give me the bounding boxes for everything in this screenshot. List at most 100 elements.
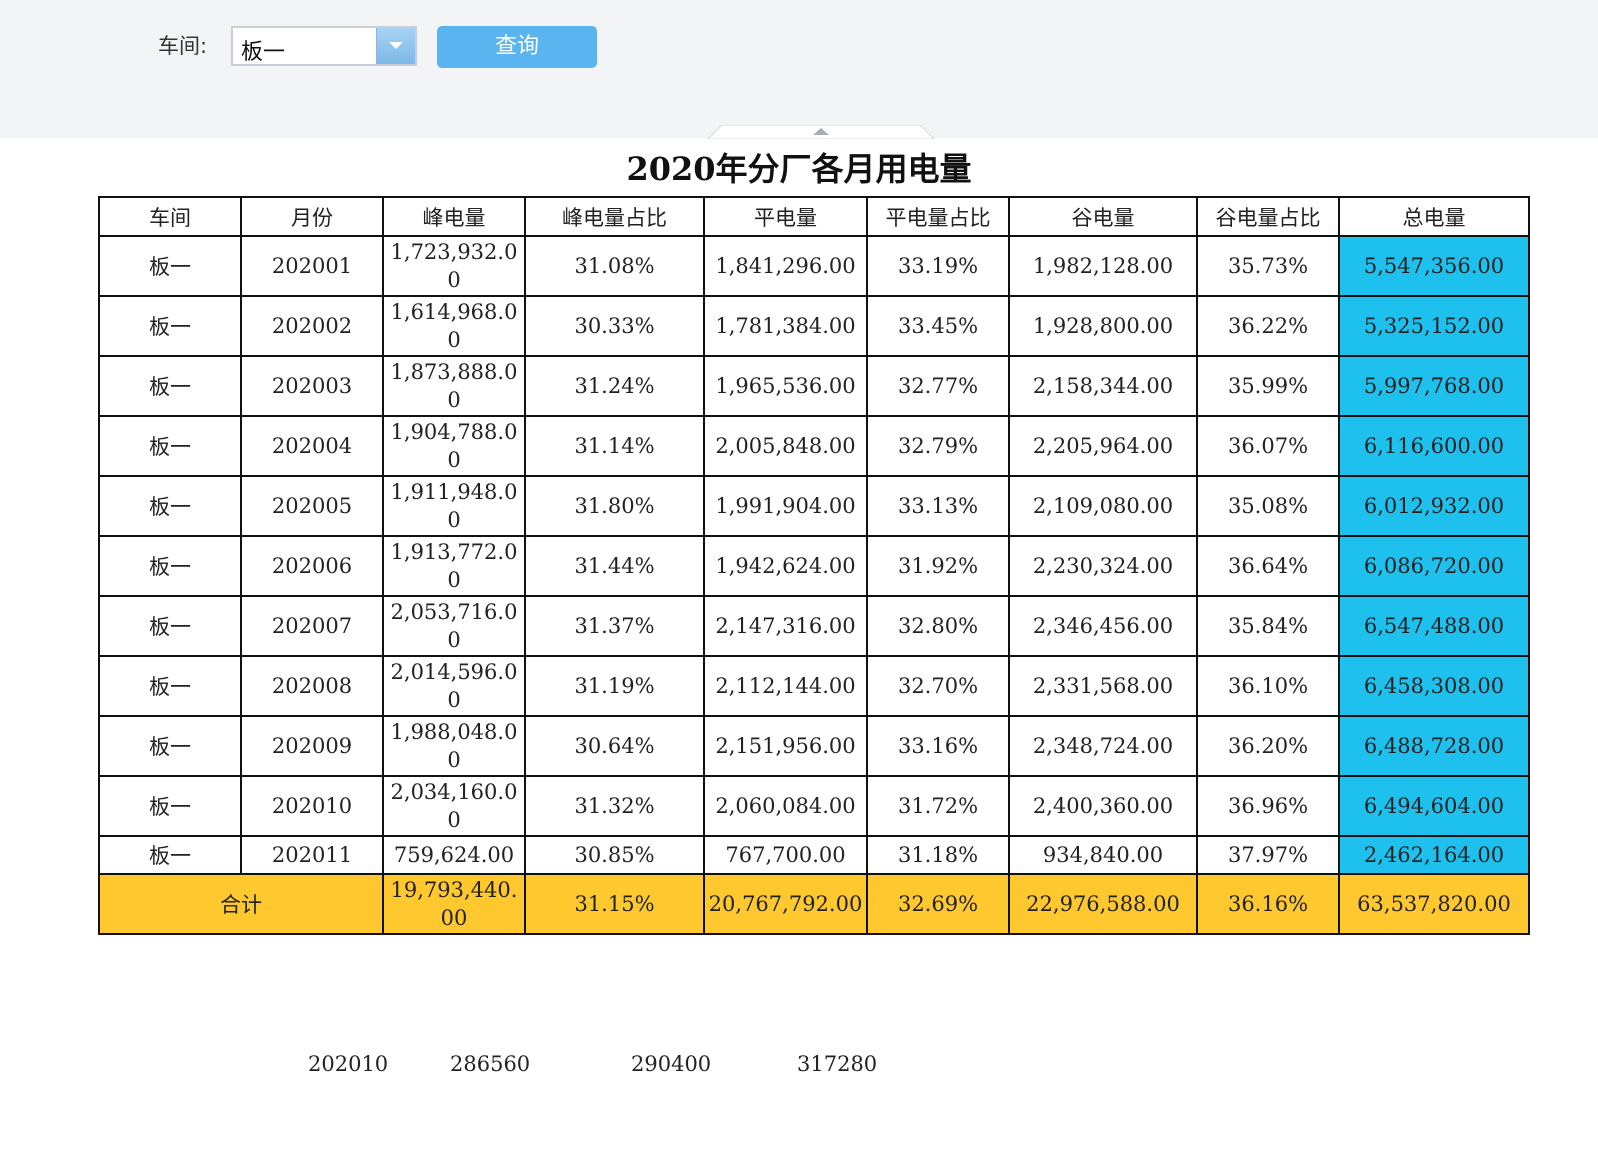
cell-valley: 2,331,568.00 [1008,655,1198,717]
query-button[interactable]: 查询 [437,26,597,68]
cell-month: 202005 [240,475,384,537]
cell-total: 5,997,768.00 [1338,355,1530,417]
footer-value: 290400 [631,1052,712,1076]
cell-month: 202006 [240,535,384,597]
header-flat: 平电量 [703,196,868,237]
cell-peak: 1,873,888.00 [382,355,526,417]
cell-workshop: 板一 [98,415,242,477]
cell-peak-ratio: 31.44% [524,535,705,597]
table-row: 板一 202008 2,014,596.00 31.19% 2,112,144.00 32… [98,655,1530,717]
header-peak-ratio: 峰电量占比 [524,196,705,237]
cell-peak: 1,904,788.00 [382,415,526,477]
cell-flat-ratio: 32.79% [866,415,1010,477]
cell-flat: 2,005,848.00 [703,415,868,477]
cell-valley-ratio: 35.99% [1196,355,1340,417]
cell-flat-ratio: 32.77% [866,355,1010,417]
cell-workshop: 板一 [98,355,242,417]
cell-month: 202010 [240,775,384,837]
cell-flat: 1,781,384.00 [703,295,868,357]
table-row: 板一 202004 1,904,788.00 31.14% 2,005,848.00 32… [98,415,1530,477]
cell-total: 6,547,488.00 [1338,595,1530,657]
cell-peak: 2,034,160.00 [382,775,526,837]
cell-workshop: 板一 [98,535,242,597]
collapse-toggle[interactable] [706,124,936,140]
cell-month: 202004 [240,415,384,477]
cell-flat: 2,151,956.00 [703,715,868,777]
cell-workshop: 板一 [98,655,242,717]
cell-workshop: 板一 [98,595,242,657]
cell-peak: 1,723,932.00 [382,235,526,297]
cell-valley: 2,348,724.00 [1008,715,1198,777]
table-row: 板一 202006 1,913,772.00 31.44% 1,942,624.00 31… [98,535,1530,597]
cell-workshop: 板一 [98,715,242,777]
workshop-select[interactable]: 板一 [231,26,417,66]
cell-total: 6,494,604.00 [1338,775,1530,837]
table-row: 板一 202005 1,911,948.00 31.80% 1,991,904.00 33… [98,475,1530,537]
query-bar: 车间: 板一 查询 [0,0,1598,138]
cell-month: 202008 [240,655,384,717]
cell-peak-ratio: 31.24% [524,355,705,417]
cell-flat: 1,991,904.00 [703,475,868,537]
cell-peak: 2,053,716.00 [382,595,526,657]
header-valley-ratio: 谷电量占比 [1196,196,1340,237]
cell-valley-ratio: 35.84% [1196,595,1340,657]
cell-valley: 2,400,360.00 [1008,775,1198,837]
cell-flat: 1,965,536.00 [703,355,868,417]
cell-peak-ratio: 31.19% [524,655,705,717]
table-row: 板一 202009 1,988,048.00 30.64% 2,151,956.00 33… [98,715,1530,777]
footer-value: 202010 [308,1052,389,1076]
cell-peak: 2,014,596.00 [382,655,526,717]
cell-valley: 2,158,344.00 [1008,355,1198,417]
cell-peak-ratio: 30.33% [524,295,705,357]
cell-flat-ratio: 33.16% [866,715,1010,777]
cell-total: 6,086,720.00 [1338,535,1530,597]
header-month: 月份 [240,196,384,237]
cell-valley: 2,230,324.00 [1008,535,1198,597]
cell-flat: 2,112,144.00 [703,655,868,717]
cell-workshop: 板一 [98,295,242,357]
header-peak: 峰电量 [382,196,526,237]
cell-total: 2,462,164.00 [1338,835,1530,875]
table-row: 板一 202007 2,053,716.00 31.37% 2,147,316.00 32… [98,595,1530,657]
cell-month: 202011 [240,835,384,875]
total-flat: 20,767,792.00 [703,873,868,935]
cell-valley: 2,109,080.00 [1008,475,1198,537]
cell-flat: 1,841,296.00 [703,235,868,297]
total-label: 合计 [98,873,384,935]
cell-month: 202001 [240,235,384,297]
cell-flat: 2,060,084.00 [703,775,868,837]
chevron-down-icon[interactable] [376,28,415,64]
cell-valley-ratio: 36.64% [1196,535,1340,597]
cell-flat-ratio: 33.19% [866,235,1010,297]
header-workshop: 车间 [98,196,242,237]
cell-month: 202003 [240,355,384,417]
total-flat-ratio: 32.69% [866,873,1010,935]
header-total: 总电量 [1338,196,1530,237]
table-total-row: 合计 19,793,440.00 31.15% 20,767,792.00 32.69%… [98,873,1530,935]
cell-valley: 1,928,800.00 [1008,295,1198,357]
cell-flat: 2,147,316.00 [703,595,868,657]
cell-peak-ratio: 31.37% [524,595,705,657]
cell-total: 6,458,308.00 [1338,655,1530,717]
cell-peak: 1,988,048.00 [382,715,526,777]
header-valley: 谷电量 [1008,196,1198,237]
table-row: 板一 202010 2,034,160.00 31.32% 2,060,084.00 31… [98,775,1530,837]
table-row: 板一 202011 759,624.00 30.85% 767,700.00 31.18%… [98,835,1530,875]
cell-peak-ratio: 31.32% [524,775,705,837]
cell-valley: 1,982,128.00 [1008,235,1198,297]
total-peak-ratio: 31.15% [524,873,705,935]
cell-flat-ratio: 32.70% [866,655,1010,717]
cell-valley-ratio: 35.73% [1196,235,1340,297]
cell-flat: 1,942,624.00 [703,535,868,597]
cell-total: 6,116,600.00 [1338,415,1530,477]
cell-peak-ratio: 31.14% [524,415,705,477]
cell-valley: 934,840.00 [1008,835,1198,875]
cell-flat-ratio: 31.18% [866,835,1010,875]
cell-flat: 767,700.00 [703,835,868,875]
cell-valley-ratio: 36.22% [1196,295,1340,357]
cell-flat-ratio: 31.72% [866,775,1010,837]
header-flat-ratio: 平电量占比 [866,196,1010,237]
cell-valley-ratio: 36.96% [1196,775,1340,837]
report-title: 2020年分厂各月用电量 [626,150,972,188]
cell-workshop: 板一 [98,775,242,837]
